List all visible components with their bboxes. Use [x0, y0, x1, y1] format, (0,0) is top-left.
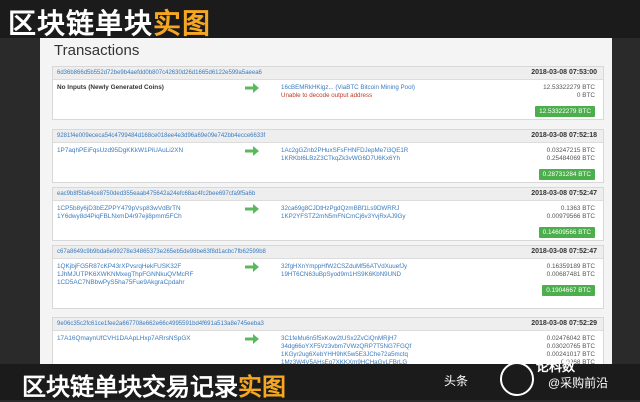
transaction-hash-link[interactable]: 9e06c35c2fc61ce1fee2a667708e662e66c49955… [57, 321, 264, 327]
arrow-right-icon [245, 204, 259, 214]
output-amounts: 0.1363 BTC 0.00979566 BTC [547, 205, 595, 221]
output-amounts: 12.53322279 BTC 0 BTC [543, 84, 595, 100]
output-address[interactable]: 34dg66oYXF5Vz3vbm7VWzQRP7T5NG7FGQf [281, 343, 481, 351]
transactions-panel: Transactions 6d36b866d5b552d72be9b4aefdd… [40, 38, 612, 364]
transaction-outputs: 32fgHXnYmppHfW2CSZduMf56ATVdXuuefJy 19HT6… [281, 263, 481, 279]
input-address[interactable]: 1CD5AC7NBbwPyS5ha75Fue9AkgraCpdahr [57, 279, 267, 287]
output-address[interactable]: 19HT6CN63uBpSyod9m1HS9K6KbN9UND [281, 271, 481, 279]
transaction-time: 2018-03-08 07:52:29 [531, 320, 597, 327]
transaction-header: eac9b8f5fa64ce8750ded355eaab475642a24efc… [53, 188, 603, 201]
transaction-inputs: 17A16QmaynUfCVH1DAApLHxp7ARrsNSpGX [57, 335, 267, 343]
watermark-seal: 论科数 [536, 359, 576, 374]
watermark-logo-icon [500, 362, 534, 396]
transaction-header: 9281f4e009ececa54c4799484d168ce018ee4e3d… [53, 130, 603, 143]
transaction-card: 9281f4e009ececa54c4799484d168ce018ee4e3d… [52, 129, 604, 183]
output-address[interactable]: 1KP2YFSTZ2mN5mFNCmCj6v3YvjRxAJ9Gy [281, 213, 481, 221]
output-address[interactable]: 1KGyr2ug6XebYHH9hK5w5E3JChe72a5mctq [281, 351, 481, 359]
output-amount: 12.53322279 BTC [543, 84, 595, 91]
transaction-card: eac9b8f5fa64ce8750ded355eaab475642a24efc… [52, 187, 604, 241]
output-address[interactable]: 32fgHXnYmppHfW2CSZduMf56ATVdXuuefJy [281, 263, 481, 271]
transaction-inputs: 1CP5b8y6jD3bEZPPY479pVsp83wVdBrTN 1Y6dwy8… [57, 205, 267, 221]
output-amounts: 0.03247215 BTC 0.25484069 BTC [547, 147, 595, 163]
output-amounts: 0.16359189 BTC 0.00687481 BTC [547, 263, 595, 279]
output-amount: 0.03020765 BTC [546, 343, 595, 350]
transaction-hash-link[interactable]: 9281f4e009ececa54c4799484d168ce018ee4e3d… [57, 133, 265, 139]
transaction-time: 2018-03-08 07:52:47 [531, 248, 597, 255]
arrow-right-icon [245, 334, 259, 344]
total-amount-button[interactable]: 0.14609566 BTC [538, 227, 595, 238]
output-amount: 0.00979566 BTC [546, 213, 595, 220]
total-amount-button[interactable]: 12.53322279 BTC [535, 106, 595, 117]
transaction-time: 2018-03-08 07:53:00 [531, 69, 597, 76]
page-title: Transactions [54, 42, 140, 59]
output-address[interactable]: 1Ac2gGZnb2PHuxSFsFHNFDJepMe7i3QE1R [281, 147, 481, 155]
transaction-header: 6d36b866d5b552d72be9b4aefdd0b807c42630d2… [53, 67, 603, 80]
transaction-outputs: 3C1feMu6n5f5xKow2tUSx2ZvCiQnMRjH7 34dg66o… [281, 335, 481, 364]
top-banner-title: 区块链单块实图 [8, 7, 212, 40]
bottom-banner-title: 区块链单块交易记录实图 [22, 373, 286, 401]
output-amount: 0.03247215 BTC [546, 147, 595, 154]
output-address[interactable]: 3C1feMu6n5f5xKow2tUSx2ZvCiQnMRjH7 [281, 335, 481, 343]
transaction-inputs: No Inputs (Newly Generated Coins) [57, 84, 267, 92]
arrow-right-icon [245, 146, 259, 156]
transaction-card: c67a8649c9b9bda6e99278e34865373e265eb5de… [52, 245, 604, 309]
output-amount: 0.00687481 BTC [546, 271, 595, 278]
input-address: No Inputs (Newly Generated Coins) [57, 84, 164, 91]
output-amount: 0.1363 BTC [560, 205, 595, 212]
input-address[interactable]: 1Y6dwy8d4PiqFBLNxmD4r97eji8pmm5FCh [57, 213, 267, 221]
transaction-outputs: 32ca69g8CJDtHzPgdQzmBBf1Ls9DWRRJ 1KP2YFST… [281, 205, 481, 221]
transaction-card: 6d36b866d5b552d72be9b4aefdd0b807c42630d2… [52, 66, 604, 120]
transaction-header: c67a8649c9b9bda6e99278e34865373e265eb5de… [53, 246, 603, 259]
input-address[interactable]: 1P7aqhPEiFqsUzd95DgKKkW1PiUAuLi2XN [57, 147, 267, 155]
output-address[interactable]: 32ca69g8CJDtHzPgdQzmBBf1Ls9DWRRJ [281, 205, 481, 213]
transaction-hash-link[interactable]: 6d36b866d5b552d72be9b4aefdd0b807c42630d2… [57, 70, 262, 76]
total-amount-button[interactable]: 0.1904667 BTC [542, 285, 595, 296]
transaction-outputs: 16cBEMRkHKigz... (ViaBTC Bitcoin Mining … [281, 84, 481, 100]
input-address[interactable]: 17A16QmaynUfCVH1DAApLHxp7ARrsNSpGX [57, 335, 267, 343]
transaction-time: 2018-03-08 07:52:18 [531, 132, 597, 139]
transaction-inputs: 1P7aqhPEiFqsUzd95DgKKkW1PiUAuLi2XN [57, 147, 267, 155]
input-address[interactable]: 1CP5b8y6jD3bEZPPY479pVsp83wVdBrTN [57, 205, 267, 213]
top-banner: 区块链单块实图 [0, 0, 640, 40]
transaction-hash-link[interactable]: eac9b8f5fa64ce8750ded355eaab475642a24efc… [57, 191, 255, 197]
output-error: Unable to decode output address [281, 92, 373, 99]
arrow-right-icon [245, 83, 259, 93]
arrow-right-icon [245, 262, 259, 272]
input-address[interactable]: 1QKjbjFG5R87cKP43rXPvsrqHekFUSK32F [57, 263, 267, 271]
total-amount-button[interactable]: 0.28731284 BTC [538, 169, 595, 180]
output-amount: 0.02476042 BTC [546, 335, 595, 342]
output-amount: 0.25484069 BTC [546, 155, 595, 162]
transaction-outputs: 1Ac2gGZnb2PHuxSFsFHNFDJepMe7i3QE1R 1KRKbt… [281, 147, 481, 163]
output-amount: 0 BTC [576, 92, 595, 99]
transaction-hash-link[interactable]: c67a8649c9b9bda6e99278e34865373e265eb5de… [57, 249, 266, 255]
transaction-card: 9e06c35c2fc61ce1fee2a667708e662e66c49955… [52, 317, 604, 364]
output-address[interactable]: 1KRKbt6LBzZ3CTkqZk3vWG6D7U6Kx6Yh [281, 155, 481, 163]
transaction-header: 9e06c35c2fc61ce1fee2a667708e662e66c49955… [53, 318, 603, 331]
watermark-handle: @采购前沿 [548, 376, 609, 390]
watermark-brand: 头条 [444, 374, 469, 388]
input-address[interactable]: 1JhMJUTPK6XWKNMxegThpFGNNkuQVMcRF [57, 271, 267, 279]
transaction-time: 2018-03-08 07:52:47 [531, 190, 597, 197]
output-address[interactable]: 16cBEMRkHKigz... (ViaBTC Bitcoin Mining … [281, 84, 481, 92]
transaction-inputs: 1QKjbjFG5R87cKP43rXPvsrqHekFUSK32F 1JhMJU… [57, 263, 267, 287]
output-amount: 0.16359189 BTC [546, 263, 595, 270]
